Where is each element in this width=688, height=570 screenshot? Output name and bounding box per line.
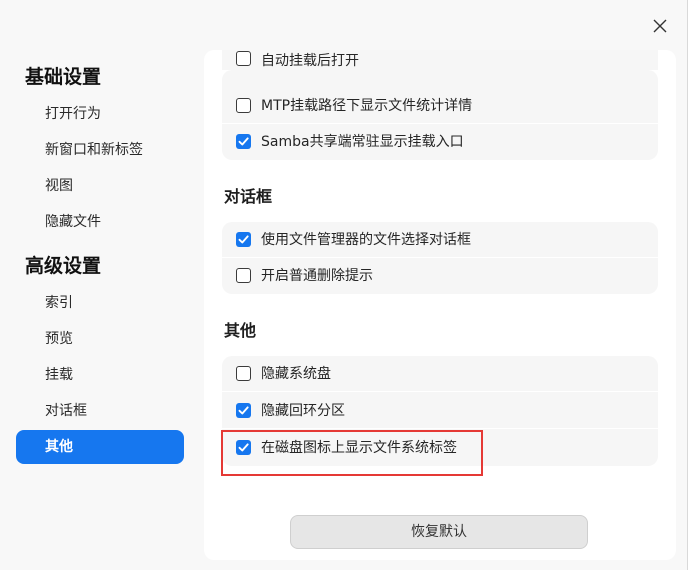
label-hide-loop-partition: 隐藏回环分区 [261, 403, 345, 419]
mount-settings-card: MTP挂载路径下显示文件统计详情 Samba共享端常驻显示挂载入口 [222, 70, 658, 160]
row-hide-loop-partition[interactable]: 隐藏回环分区 [222, 393, 658, 429]
restore-defaults-button[interactable]: 恢复默认 [290, 515, 588, 549]
checkbox-show-fs-label[interactable] [236, 440, 251, 455]
sidebar-item-index[interactable]: 索引 [16, 286, 184, 320]
dialog-settings-card: 使用文件管理器的文件选择对话框 开启普通删除提示 [222, 222, 658, 294]
label-mtp-details: MTP挂载路径下显示文件统计详情 [261, 98, 473, 114]
settings-window: 基础设置 打开行为 新窗口和新标签 视图 隐藏文件 高级设置 索引 预览 挂载 … [0, 0, 688, 570]
sidebar-item-new-window-tab[interactable]: 新窗口和新标签 [16, 133, 184, 167]
sidebar-item-preview[interactable]: 预览 [16, 322, 184, 356]
settings-sidebar: 基础设置 打开行为 新窗口和新标签 视图 隐藏文件 高级设置 索引 预览 挂载 … [0, 50, 196, 570]
other-settings-card: 隐藏系统盘 隐藏回环分区 在磁盘图标上显示文件系统标签 [222, 356, 658, 466]
label-use-file-chooser: 使用文件管理器的文件选择对话框 [261, 232, 471, 248]
row-delete-prompt[interactable]: 开启普通删除提示 [222, 258, 658, 294]
settings-content: 自动挂载后打开 MTP挂载路径下显示文件统计详情 Samba共享端常驻显示挂载入… [204, 50, 676, 560]
section-title-dialog: 对话框 [224, 187, 273, 206]
row-mtp-details[interactable]: MTP挂载路径下显示文件统计详情 [222, 88, 658, 124]
checkbox-hide-system-disk[interactable] [236, 366, 251, 381]
sidebar-group-advanced: 高级设置 [25, 255, 102, 277]
checkbox-mtp-details[interactable] [236, 98, 251, 113]
sidebar-item-hidden-files[interactable]: 隐藏文件 [16, 205, 184, 239]
sidebar-item-dialog[interactable]: 对话框 [16, 394, 184, 428]
label-delete-prompt: 开启普通删除提示 [261, 268, 373, 284]
checkmark-icon [238, 406, 249, 415]
label-hide-system-disk: 隐藏系统盘 [261, 366, 331, 382]
sidebar-item-open-behavior[interactable]: 打开行为 [16, 97, 184, 131]
checkmark-icon [238, 443, 249, 452]
row-hide-system-disk[interactable]: 隐藏系统盘 [222, 356, 658, 392]
checkbox-samba-entry[interactable] [236, 134, 251, 149]
row-samba-entry[interactable]: Samba共享端常驻显示挂载入口 [222, 124, 658, 160]
sidebar-item-other[interactable]: 其他 [16, 430, 184, 464]
sidebar-group-basic: 基础设置 [25, 66, 102, 88]
checkbox-delete-prompt[interactable] [236, 268, 251, 283]
checkmark-icon [238, 137, 249, 146]
checkbox-hide-loop-partition[interactable] [236, 403, 251, 418]
sidebar-item-view[interactable]: 视图 [16, 169, 184, 203]
checkbox-auto-open[interactable] [236, 51, 251, 66]
section-title-other: 其他 [224, 321, 257, 340]
label-samba-entry: Samba共享端常驻显示挂载入口 [261, 134, 464, 150]
sidebar-item-mount[interactable]: 挂载 [16, 358, 184, 392]
row-use-file-chooser[interactable]: 使用文件管理器的文件选择对话框 [222, 222, 658, 258]
close-button[interactable] [647, 13, 673, 39]
checkmark-icon [238, 235, 249, 244]
partial-row-auto-open[interactable]: 自动挂载后打开 [222, 50, 658, 70]
checkbox-use-file-chooser[interactable] [236, 232, 251, 247]
row-show-fs-label[interactable]: 在磁盘图标上显示文件系统标签 [222, 430, 658, 466]
label-show-fs-label: 在磁盘图标上显示文件系统标签 [261, 440, 457, 456]
close-icon [653, 19, 667, 33]
